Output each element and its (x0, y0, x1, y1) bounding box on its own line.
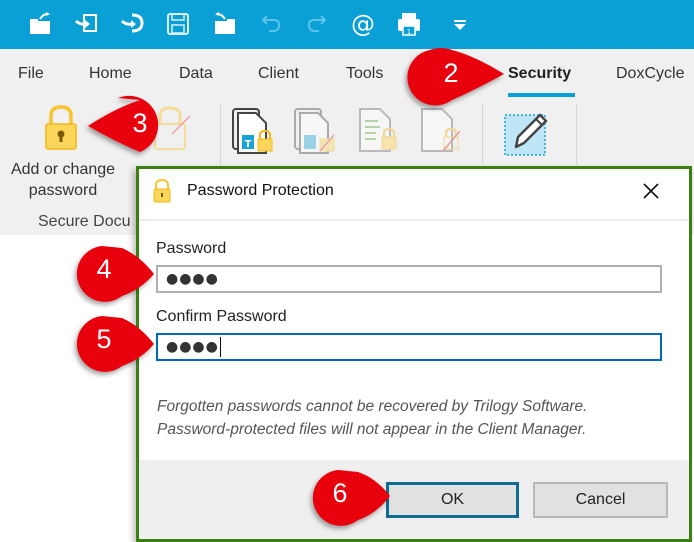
print-icon: 1 (398, 13, 420, 36)
folder-open-back-icon (215, 12, 235, 34)
tab-data[interactable]: Data (179, 65, 213, 83)
import-round-button[interactable] (119, 10, 147, 38)
print-button[interactable]: 1 (395, 10, 423, 38)
lock-documents-icon: T (232, 108, 273, 154)
tab-doxcycle[interactable]: DoxCycle (616, 65, 684, 83)
confirm-password-input[interactable]: ●●●● (156, 333, 662, 361)
tab-home[interactable]: Home (89, 65, 132, 83)
ribbon-separator (576, 103, 577, 165)
password-label: Password (156, 240, 227, 257)
label-line-2: password (28, 182, 98, 199)
import-round-icon (120, 13, 144, 33)
import-icon (74, 14, 97, 32)
lock-all-files-button[interactable]: T (230, 105, 278, 157)
warning-note: Forgotten passwords cannot be recovered … (157, 395, 587, 441)
add-change-password-button[interactable]: Add or change password (0, 99, 132, 204)
redo-icon (307, 15, 327, 32)
undo-button[interactable] (257, 10, 285, 38)
open-recent-button[interactable] (211, 10, 239, 38)
dialog-title: Password Protection (187, 182, 334, 199)
save-icon (167, 13, 189, 35)
close-button[interactable] (639, 179, 663, 203)
callout-number: 2 (443, 58, 459, 88)
redo-button[interactable] (303, 10, 331, 38)
unlock-file-icon (421, 108, 461, 152)
lock-file-button[interactable] (356, 105, 404, 157)
callout-number: 5 (96, 324, 112, 354)
customize-dropdown-icon (454, 20, 466, 30)
tab-client[interactable]: Client (258, 65, 299, 83)
folder-open-out-icon (30, 12, 50, 34)
lock-file-icon (359, 108, 397, 152)
lock-icon (45, 105, 77, 150)
password-input[interactable]: ●●●● (156, 265, 662, 293)
tab-tools[interactable]: Tools (346, 65, 383, 83)
edit-pencil-icon (504, 113, 548, 156)
email-at-icon: @ (351, 10, 375, 38)
note-line-2: Password-protected files will not appear… (157, 421, 587, 438)
callout-number: 3 (132, 108, 148, 138)
unlock-file-button[interactable] (418, 105, 466, 157)
ribbon-tabs: File Home Data Client Tools Security Dox… (0, 49, 694, 99)
callout-number: 6 (332, 478, 348, 508)
text-caret (219, 337, 221, 357)
group-label-secure-documents: Secure Docu (38, 213, 131, 230)
lock-icon (153, 178, 171, 203)
email-button[interactable]: @ (349, 10, 377, 38)
confirm-password-value: ●●●● (166, 339, 219, 355)
ribbon-separator (482, 103, 483, 165)
import-button[interactable] (73, 10, 101, 38)
cancel-button[interactable]: Cancel (533, 482, 668, 518)
password-value: ●●●● (166, 271, 219, 287)
note-line-1: Forgotten passwords cannot be recovered … (157, 398, 588, 415)
password-protection-dialog: Password Protection Password ●●●● Confir… (136, 166, 692, 542)
unlock-all-files-button[interactable] (292, 105, 340, 157)
open-file-button[interactable] (26, 10, 54, 38)
tab-file[interactable]: File (18, 65, 44, 83)
close-icon (643, 183, 659, 199)
add-change-password-label: Add or change password (0, 159, 126, 201)
save-button[interactable] (164, 10, 192, 38)
confirm-password-label: Confirm Password (156, 308, 287, 325)
label-line-1: Add or change (10, 161, 116, 178)
unlock-documents-icon (294, 108, 335, 154)
title-divider (139, 219, 689, 221)
svg-text:1: 1 (407, 28, 411, 36)
undo-icon (261, 15, 281, 32)
update-button[interactable] (502, 107, 550, 157)
active-tab-indicator (508, 93, 575, 97)
svg-text:T: T (245, 139, 252, 150)
tab-security[interactable]: Security (508, 65, 571, 83)
quick-access-toolbar: @ 1 (0, 0, 694, 49)
callout-number: 4 (96, 254, 112, 284)
customize-toolbar-button[interactable] (446, 10, 474, 38)
ok-button[interactable]: OK (386, 482, 519, 518)
dialog-footer: OK Cancel (139, 460, 689, 539)
